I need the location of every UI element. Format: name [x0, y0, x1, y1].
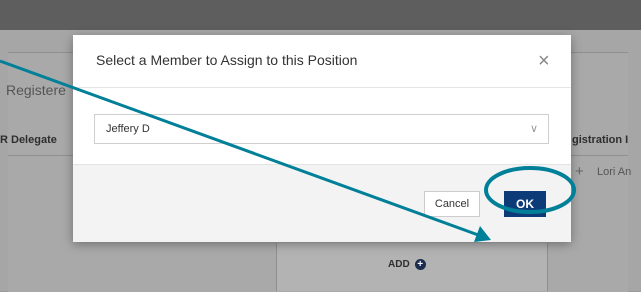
plus-circle-icon: +	[414, 259, 426, 270]
dialog-header: Select a Member to Assign to this Positi…	[73, 35, 571, 88]
chevron-down-icon: ∨	[529, 123, 538, 135]
background-column-header-left: R Delegate	[0, 134, 57, 146]
cancel-button[interactable]: Cancel	[424, 191, 480, 217]
background-tab-label: Registere	[6, 82, 66, 98]
background-add-button: ADD +	[388, 259, 426, 270]
dialog-title: Select a Member to Assign to this Positi…	[96, 52, 358, 68]
close-icon[interactable]: ×	[538, 51, 550, 71]
dialog-footer: Cancel OK	[73, 164, 571, 242]
background-member-name: Lori An	[597, 166, 632, 178]
member-select-value: Jeffery D	[106, 123, 150, 135]
member-select[interactable]: Jeffery D ∨	[94, 114, 549, 144]
background-add-label: ADD	[388, 259, 410, 270]
assign-member-dialog: Select a Member to Assign to this Positi…	[73, 35, 571, 242]
background-expand-icon: +	[575, 163, 584, 180]
page-header-band	[0, 0, 641, 30]
background-column-header-right: gistration I	[572, 134, 629, 146]
ok-button[interactable]: OK	[504, 191, 546, 217]
